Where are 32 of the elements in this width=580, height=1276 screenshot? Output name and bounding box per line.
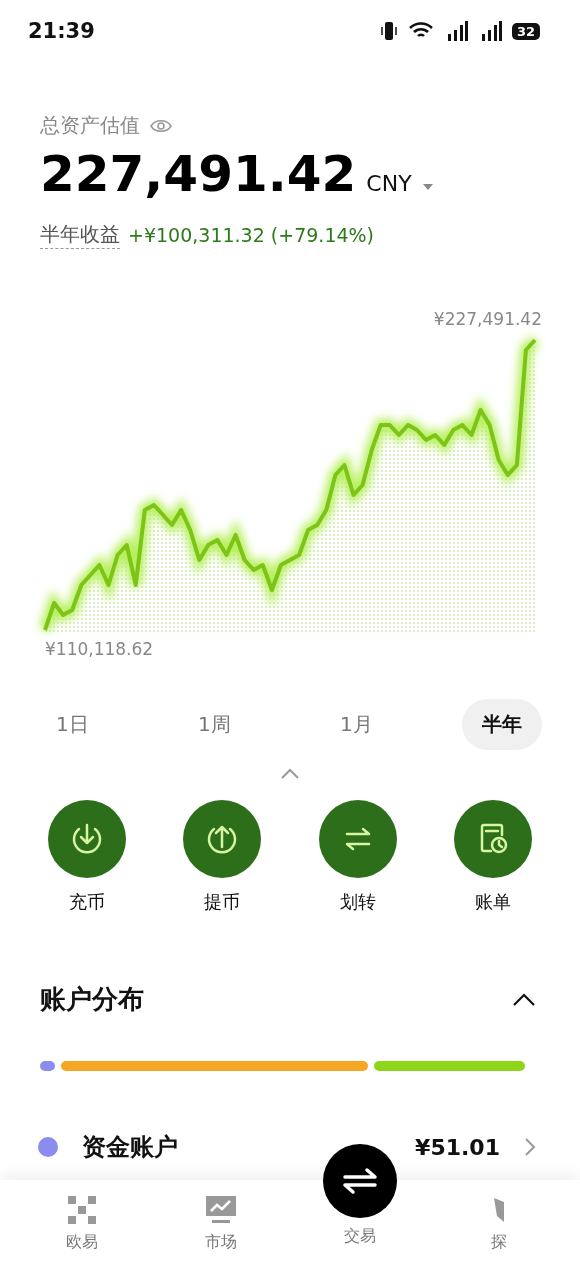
action-label: 账单 [475, 890, 511, 914]
period-tab[interactable]: 1日 [36, 699, 109, 750]
nav-tab[interactable]: 探 [429, 1180, 568, 1253]
flag-icon [493, 1198, 504, 1222]
period-tab[interactable]: 1月 [320, 699, 393, 750]
period-tab[interactable]: 1周 [178, 699, 251, 750]
nav-tab[interactable]: 欧易 [12, 1180, 151, 1253]
action-label: 提币 [204, 890, 241, 914]
swap-icon [341, 1166, 378, 1196]
checker-logo-icon [67, 1196, 96, 1224]
section-title: 账户分布 [40, 983, 144, 1016]
battery-level: 32 [511, 22, 540, 40]
action-label: 划转 [339, 890, 376, 914]
account-value: ¥51.01 [415, 1134, 500, 1160]
status-time: 21:39 [28, 19, 95, 43]
account-name[interactable]: 资金账户 [82, 1131, 178, 1163]
total-assets-label: 总资产估值 [40, 112, 140, 139]
currency-selector[interactable]: CNY [366, 171, 412, 196]
dropdown-caret-icon[interactable] [421, 183, 434, 191]
action-label: 充币 [69, 890, 105, 914]
chart-monitor-icon [205, 1196, 236, 1224]
period-tab[interactable]: 半年 [462, 699, 542, 750]
max-value-label: ¥227,491.42 [433, 309, 542, 329]
collapse-caret-icon[interactable] [512, 992, 536, 1007]
nav-tab[interactable]: 市场 [151, 1180, 290, 1253]
min-value-label: ¥110,118.62 [45, 639, 154, 659]
chevron-right-icon[interactable] [524, 1137, 536, 1157]
eye-icon[interactable] [150, 118, 172, 133]
vibrate-icon [379, 20, 398, 42]
pnl-value: +¥100,311.32 (+79.14%) [128, 224, 375, 246]
pnl-label[interactable]: 半年收益 [40, 221, 120, 249]
total-amount: 227,491.42 [40, 145, 357, 203]
